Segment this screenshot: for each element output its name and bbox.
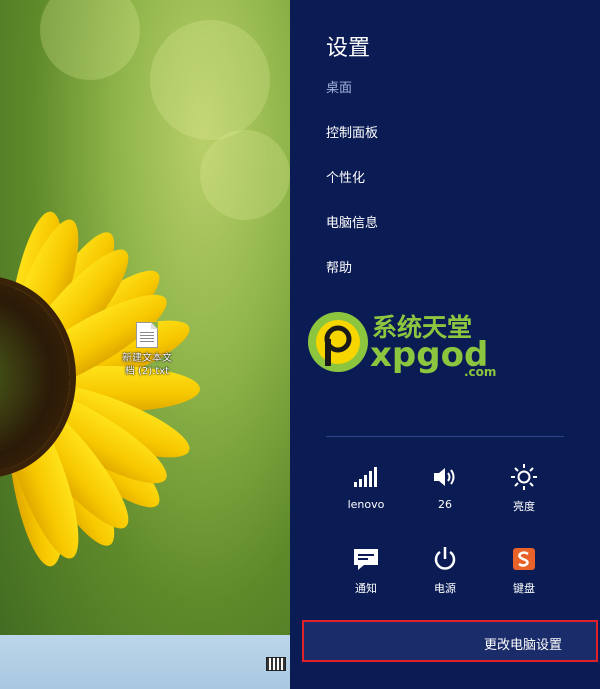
menu-item-personalize[interactable]: 个性化 [326,167,365,186]
file-label-line2: 档 (2).txt [124,366,170,377]
volume-tile[interactable]: 26 [405,462,485,511]
network-tile[interactable]: lenovo [326,462,406,511]
text-file-icon [136,322,158,348]
brightness-icon [484,462,564,492]
context-label: 桌面 [326,81,353,96]
menu-item-help[interactable]: 帮助 [326,257,352,276]
file-label-line1: 新建文本文 [122,353,172,364]
network-label: lenovo [347,498,385,511]
brightness-label: 亮度 [513,500,535,513]
change-pc-settings-button[interactable]: 更改电脑设置 [302,620,598,662]
bokeh-light [150,20,270,140]
volume-label: 26 [438,498,452,511]
keyboard-tile[interactable]: 键盘 [484,544,564,596]
taskbar [0,635,290,689]
watermark-domain: .com [464,365,496,378]
volume-icon [405,462,485,492]
wifi-signal-icon [326,462,406,492]
desktop-file-icon[interactable]: 新建文本文 档 (2).txt [118,322,176,378]
keyboard-label: 键盘 [513,582,535,595]
xpgod-watermark: 系统天堂 xpgod .com [306,308,521,379]
file-label: 新建文本文 档 (2).txt [118,352,176,378]
change-pc-settings-label: 更改电脑设置 [483,638,562,653]
menu-item-pc-info[interactable]: 电脑信息 [326,212,378,231]
notifications-label: 通知 [355,582,377,595]
tiles-divider [326,436,564,437]
bokeh-light [200,130,290,220]
power-tile[interactable]: 电源 [405,544,485,596]
bokeh-light [40,0,140,80]
notifications-tile[interactable]: 通知 [326,544,406,596]
watermark-logo-icon: 系统天堂 xpgod .com [308,312,496,379]
menu-item-control-panel[interactable]: 控制面板 [326,122,378,141]
touch-keyboard-icon[interactable] [266,657,286,671]
desktop-wallpaper: 新建文本文 档 (2).txt [0,0,290,689]
power-label: 电源 [434,582,456,595]
power-icon [405,544,485,574]
brightness-tile[interactable]: 亮度 [484,462,564,514]
settings-charm-panel: 设置 桌面 控制面板 个性化 电脑信息 帮助 系统天堂 xpgod .com l… [290,0,600,689]
notification-icon [326,544,406,574]
panel-title: 设置 [326,36,371,61]
keyboard-ime-icon [484,544,564,574]
